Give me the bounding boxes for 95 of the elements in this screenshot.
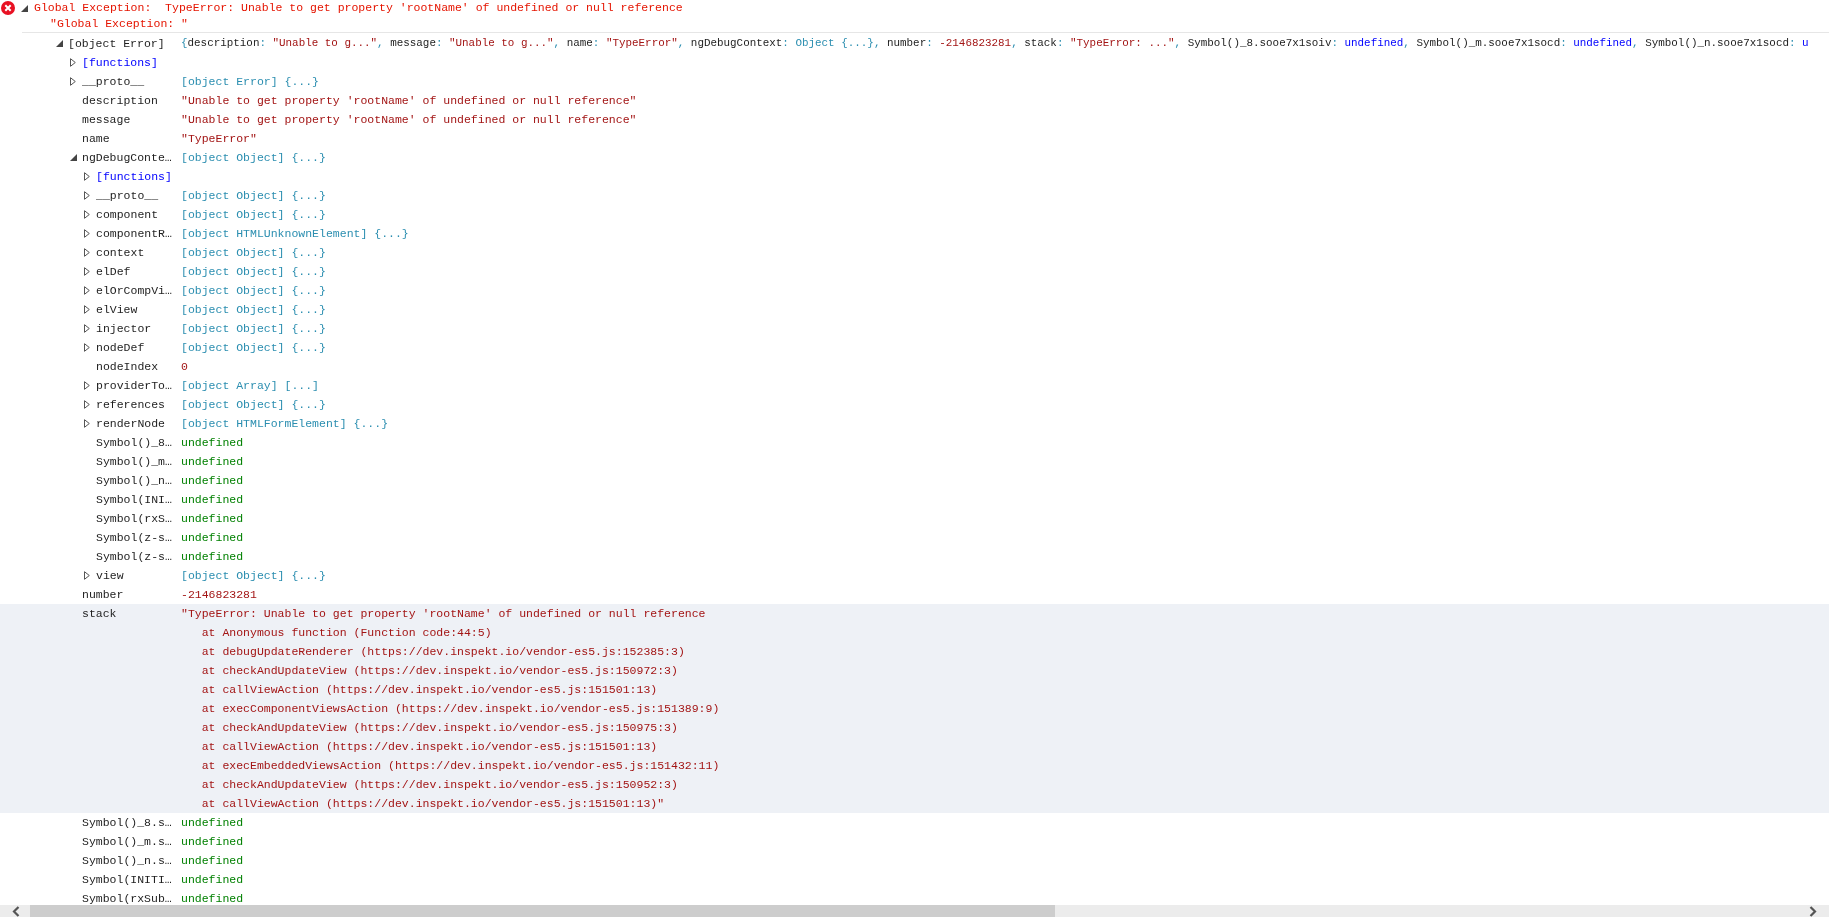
property-name: elOrCompVi… bbox=[96, 283, 173, 299]
expand-arrow-icon[interactable] bbox=[84, 400, 90, 409]
expand-arrow-icon[interactable] bbox=[84, 210, 90, 219]
property-name: Symbol()_8… bbox=[96, 435, 173, 451]
horizontal-scrollbar[interactable] bbox=[0, 905, 1829, 917]
property-name: ngDebugConte… bbox=[82, 150, 173, 166]
object-preview: {description: "Unable to g...", message: "Unable to g...", name: "TypeError", ngDebugContext: Object {...}, number: -2146823281, stack: "TypeError: ...", Symbol()_8.sooe7x1soiv: undefined, Symbol()_m.sooe7x1socd: undefined, Symbol()_n.sooe7x1socd: u bbox=[181, 36, 1809, 51]
expand-arrow-icon[interactable] bbox=[84, 229, 90, 238]
property-name: __proto__ bbox=[82, 74, 146, 90]
property-value: undefined bbox=[181, 872, 244, 888]
property-name: references bbox=[96, 397, 166, 413]
property-value: "TypeError: Unable to get property 'rootName' of undefined or null reference at Anonymous function (Function code:44:5) at debugUpdateRenderer (https://dev.inspekt.io/vendor-es5.js:152385:3) at checkAndUpdateView (https://dev.inspekt.io/vendor-es5.js:150972:3) at callViewAction (https://dev.inspekt.io/vendor-es5.js:151501:13) at execComponentViewsAction (https://dev.inspekt.io/vendor-es5.js:151389:9) at checkAndUpdateView (https://dev.inspekt.io/vendor-es5.js:150975:3) at callViewAction (https://dev.inspekt.io/vendor-es5.js:151501:13) at execEmbeddedViewsAction (https://dev.inspekt.io/vendor-es5.js:151432:11) at checkAndUpdateView (https://dev.inspekt.io/vendor-es5.js:150952:3) at callViewAction (https://dev.inspekt.io/vendor-es5.js:151501:13)" bbox=[181, 606, 720, 812]
expand-arrow-icon[interactable] bbox=[84, 324, 90, 333]
scroll-right-icon[interactable] bbox=[1809, 905, 1817, 917]
collapse-arrow-icon[interactable] bbox=[56, 40, 63, 47]
property-name: message bbox=[82, 112, 132, 128]
property-name: Symbol(INI… bbox=[96, 492, 173, 508]
property-name: Symbol(rxSub… bbox=[82, 891, 173, 905]
property-name: nodeIndex bbox=[96, 359, 160, 375]
property-value: [object Object] {...} bbox=[181, 568, 326, 584]
property-value: undefined bbox=[181, 530, 244, 546]
property-value: [object Object] {...} bbox=[181, 150, 326, 166]
property-name: number bbox=[82, 587, 125, 603]
property-value: [object Object] {...} bbox=[181, 321, 326, 337]
property-name: name bbox=[82, 131, 111, 147]
property-name: providerTo… bbox=[96, 378, 173, 394]
property-value: undefined bbox=[181, 834, 244, 850]
property-value: undefined bbox=[181, 891, 244, 905]
expand-arrow-icon[interactable] bbox=[84, 267, 90, 276]
property-value: [object Error] {...} bbox=[181, 74, 320, 90]
property-name: description bbox=[82, 93, 159, 109]
property-name: injector bbox=[96, 321, 153, 337]
log-string: "Global Exception: " bbox=[50, 17, 189, 30]
property-value: [object Object] {...} bbox=[181, 340, 326, 356]
error-message: Global Exception: TypeError: Unable to get property 'rootName' of undefined or null reference bbox=[34, 0, 683, 17]
property-value: undefined bbox=[181, 473, 244, 489]
property-name: Symbol()_n… bbox=[96, 473, 173, 489]
property-value: [object Object] {...} bbox=[181, 397, 326, 413]
property-name: Symbol()_m.s… bbox=[82, 834, 173, 850]
property-value: [object Object] {...} bbox=[181, 302, 326, 318]
expand-arrow-icon[interactable] bbox=[84, 343, 90, 352]
property-value: undefined bbox=[181, 435, 244, 451]
scrollbar-thumb[interactable] bbox=[30, 905, 1055, 917]
property-value: -2146823281 bbox=[181, 587, 257, 603]
property-value: undefined bbox=[181, 454, 244, 470]
property-name: componentR… bbox=[96, 226, 173, 242]
property-name: stack bbox=[82, 606, 118, 622]
property-name: elDef bbox=[96, 264, 132, 280]
property-name: Symbol()_n.s… bbox=[82, 853, 173, 869]
property-value: undefined bbox=[181, 511, 244, 527]
expand-arrow-icon[interactable] bbox=[84, 381, 90, 390]
property-name: [object Error] bbox=[68, 36, 166, 52]
property-value: 0 bbox=[181, 359, 188, 375]
property-name: Symbol(z-s… bbox=[96, 530, 173, 546]
property-value: "Unable to get property 'rootName' of undefined or null reference" bbox=[181, 93, 637, 109]
property-value: undefined bbox=[181, 853, 244, 869]
property-value: undefined bbox=[181, 492, 244, 508]
property-name: [functions] bbox=[82, 55, 158, 71]
property-value: undefined bbox=[181, 549, 244, 565]
expand-arrow-icon[interactable] bbox=[70, 77, 76, 86]
property-value: [object Object] {...} bbox=[181, 264, 326, 280]
property-name: Symbol(INITI… bbox=[82, 872, 173, 888]
property-value: [object Object] {...} bbox=[181, 207, 326, 223]
scroll-left-icon[interactable] bbox=[12, 905, 20, 917]
collapse-arrow-icon[interactable] bbox=[70, 154, 77, 161]
property-name: Symbol()_8.s… bbox=[82, 815, 173, 831]
property-name: view bbox=[96, 568, 125, 584]
property-value: [object Array] [...] bbox=[181, 378, 320, 394]
property-name: elView bbox=[96, 302, 139, 318]
property-value: [object HTMLFormElement] {...} bbox=[181, 416, 389, 432]
property-name: component bbox=[96, 207, 160, 223]
property-value: undefined bbox=[181, 815, 244, 831]
property-value: "Unable to get property 'rootName' of undefined or null reference" bbox=[181, 112, 637, 128]
expand-arrow-icon[interactable] bbox=[70, 58, 76, 67]
property-name: renderNode bbox=[96, 416, 166, 432]
expand-arrow-icon[interactable] bbox=[84, 305, 90, 314]
property-name: Symbol(rxS… bbox=[96, 511, 173, 527]
collapse-arrow-icon[interactable] bbox=[21, 4, 28, 12]
property-name: nodeDef bbox=[96, 340, 146, 356]
property-name: Symbol()_m… bbox=[96, 454, 173, 470]
expand-arrow-icon[interactable] bbox=[84, 419, 90, 428]
expand-arrow-icon[interactable] bbox=[84, 191, 90, 200]
property-name: context bbox=[96, 245, 146, 261]
property-value: [object Object] {...} bbox=[181, 283, 326, 299]
expand-arrow-icon[interactable] bbox=[84, 248, 90, 257]
expand-arrow-icon[interactable] bbox=[84, 172, 90, 181]
property-value: [object HTMLUnknownElement] {...} bbox=[181, 226, 409, 242]
property-name: Symbol(z-s… bbox=[96, 549, 173, 565]
property-value: [object Object] {...} bbox=[181, 188, 326, 204]
property-value: [object Object] {...} bbox=[181, 245, 326, 261]
property-value: "TypeError" bbox=[181, 131, 257, 147]
expand-arrow-icon[interactable] bbox=[84, 286, 90, 295]
property-name: [functions] bbox=[96, 169, 172, 185]
expand-arrow-icon[interactable] bbox=[84, 571, 90, 580]
property-name: __proto__ bbox=[96, 188, 160, 204]
